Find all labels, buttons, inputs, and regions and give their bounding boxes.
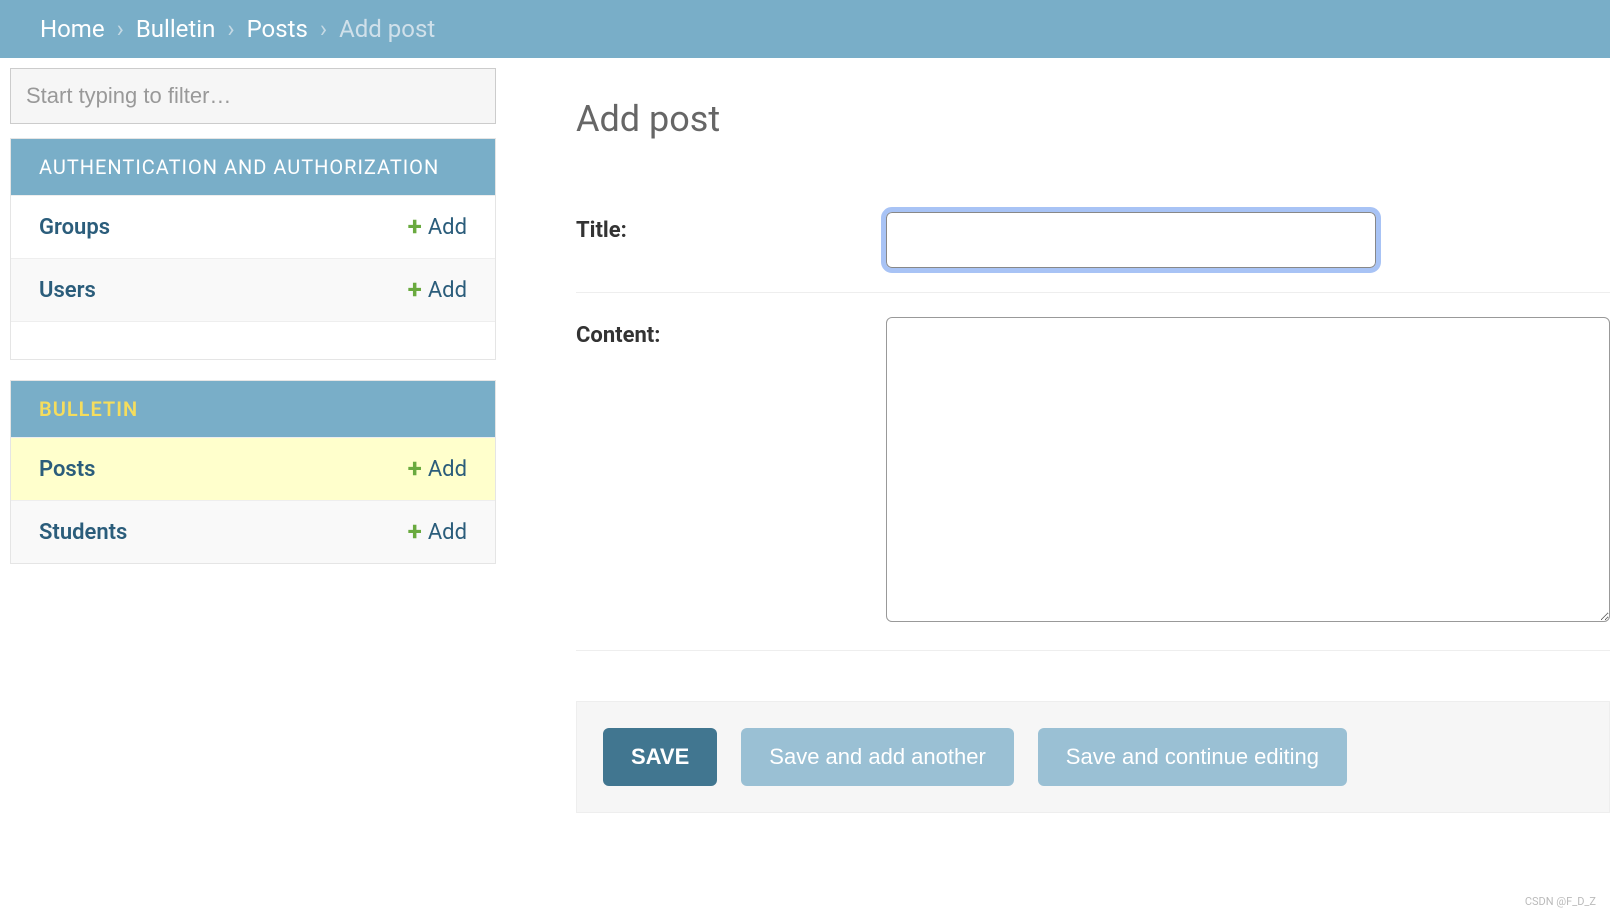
sidebar-item-label[interactable]: Posts bbox=[39, 457, 95, 482]
main-content: Add post Title: Content: SAVE Save and a… bbox=[506, 58, 1610, 853]
sidebar-item-posts: Posts + Add bbox=[11, 437, 495, 500]
sidebar-section-bulletin: BULLETIN Posts + Add Students + Add bbox=[10, 380, 496, 564]
plus-icon: + bbox=[408, 517, 422, 547]
page-title: Add post bbox=[576, 98, 1610, 140]
form-row-content: Content: bbox=[576, 293, 1610, 651]
submit-row: SAVE Save and add another Save and conti… bbox=[576, 701, 1610, 813]
content-textarea[interactable] bbox=[886, 317, 1610, 622]
sidebar-add-groups[interactable]: + Add bbox=[408, 212, 467, 242]
sidebar-section-header-auth[interactable]: AUTHENTICATION AND AUTHORIZATION bbox=[11, 139, 495, 195]
breadcrumb-home[interactable]: Home bbox=[40, 15, 105, 43]
save-add-another-button[interactable]: Save and add another bbox=[741, 728, 1014, 786]
save-button[interactable]: SAVE bbox=[603, 728, 717, 786]
sidebar: AUTHENTICATION AND AUTHORIZATION Groups … bbox=[0, 58, 506, 853]
sidebar-add-posts[interactable]: + Add bbox=[408, 454, 467, 484]
breadcrumb-posts[interactable]: Posts bbox=[247, 15, 308, 43]
add-label: Add bbox=[428, 457, 467, 482]
plus-icon: + bbox=[408, 212, 422, 242]
sidebar-add-users[interactable]: + Add bbox=[408, 275, 467, 305]
sidebar-item-label[interactable]: Students bbox=[39, 520, 127, 545]
sidebar-filter-input[interactable] bbox=[10, 68, 496, 124]
breadcrumb: Home › Bulletin › Posts › Add post bbox=[0, 0, 1610, 58]
sidebar-section-auth: AUTHENTICATION AND AUTHORIZATION Groups … bbox=[10, 138, 496, 360]
title-label: Title: bbox=[576, 212, 886, 268]
sidebar-item-students: Students + Add bbox=[11, 500, 495, 563]
breadcrumb-current: Add post bbox=[339, 15, 435, 43]
sidebar-section-header-bulletin[interactable]: BULLETIN bbox=[11, 381, 495, 437]
sidebar-spacer bbox=[11, 321, 495, 359]
sidebar-item-users: Users + Add bbox=[11, 258, 495, 321]
watermark: CSDN @F_D_Z bbox=[1525, 895, 1596, 908]
sidebar-item-label[interactable]: Groups bbox=[39, 215, 110, 240]
title-input[interactable] bbox=[886, 212, 1376, 268]
add-label: Add bbox=[428, 278, 467, 303]
save-continue-button[interactable]: Save and continue editing bbox=[1038, 728, 1347, 786]
chevron-right-icon: › bbox=[117, 15, 124, 43]
form-row-title: Title: bbox=[576, 188, 1610, 293]
chevron-right-icon: › bbox=[227, 15, 234, 43]
plus-icon: + bbox=[408, 275, 422, 305]
sidebar-item-groups: Groups + Add bbox=[11, 195, 495, 258]
add-label: Add bbox=[428, 520, 467, 545]
add-label: Add bbox=[428, 215, 467, 240]
sidebar-item-label[interactable]: Users bbox=[39, 278, 96, 303]
chevron-right-icon: › bbox=[320, 15, 327, 43]
plus-icon: + bbox=[408, 454, 422, 484]
content-label: Content: bbox=[576, 317, 886, 626]
sidebar-add-students[interactable]: + Add bbox=[408, 517, 467, 547]
breadcrumb-bulletin[interactable]: Bulletin bbox=[136, 15, 216, 43]
